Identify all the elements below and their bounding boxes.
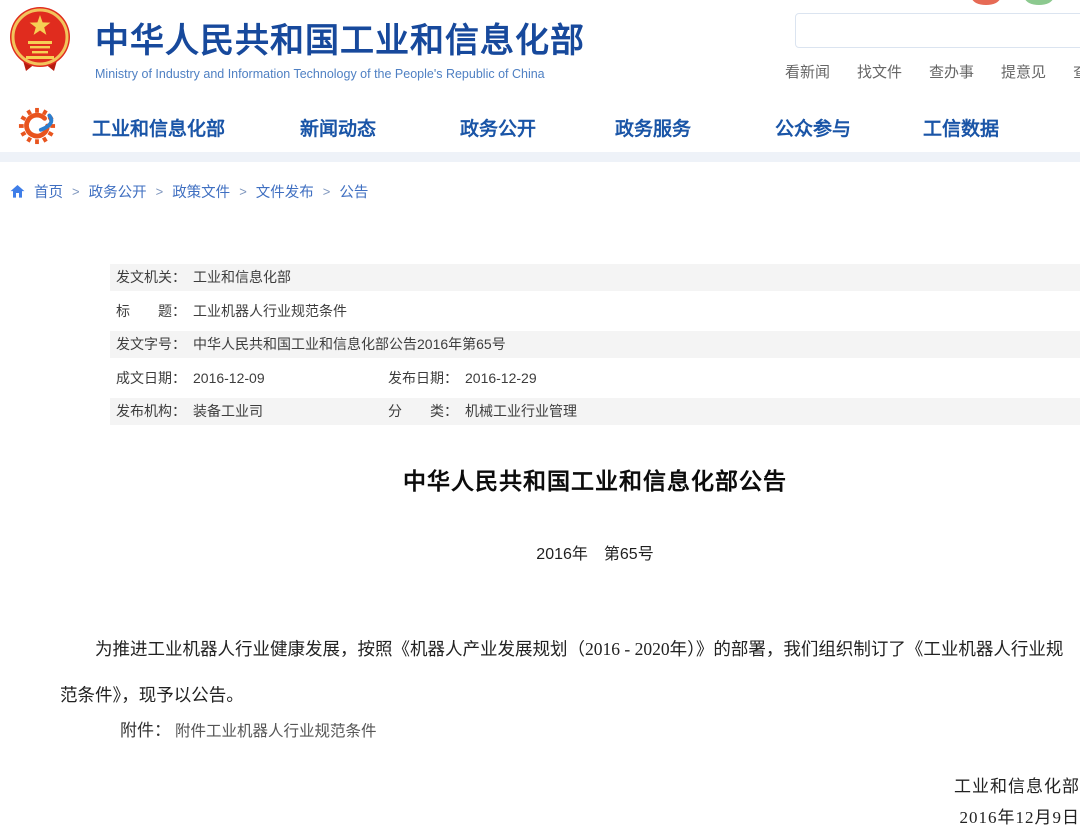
issue-number: 2016年 第65号 [60,540,1080,564]
nav-item-public-participation[interactable]: 公众参与 [775,114,851,141]
meta-row-issuing-agency: 发文机关： 工业和信息化部 [110,264,1080,291]
signature-block: 工业和信息化部 2016年12月9日 [60,771,1080,833]
home-icon [10,184,25,199]
meta-row-agency-category: 发布机构： 装备工业司 分 类： 机械工业行业管理 [110,398,1080,425]
main-nav: 工业和信息化部 新闻动态 政务公开 政务服务 公众参与 工信数据 [0,100,1080,152]
breadcrumb-document-release[interactable]: 文件发布 [256,181,314,202]
nav-item-news[interactable]: 新闻动态 [300,114,376,141]
quick-link-feedback[interactable]: 提意见 [1001,61,1046,82]
quick-link-services[interactable]: 查办事 [929,61,974,82]
meta-value: 2016-12-29 [465,370,537,386]
signer: 工业和信息化部 [60,771,1080,802]
breadcrumb-gov-disclosure[interactable]: 政务公开 [89,181,147,202]
meta-value: 2016-12-09 [193,370,265,386]
quick-links: 看新闻 找文件 查办事 提意见 查数据 [785,61,1080,82]
meta-value: 工业机器人行业规范条件 [193,303,347,319]
breadcrumb-policy-documents[interactable]: 政策文件 [172,181,230,202]
meta-label: 分 类： [388,403,458,419]
green-dot-icon [1025,0,1053,5]
meta-label: 标 题： [116,303,186,319]
breadcrumb-separator: > [323,184,331,199]
meta-value: 工业和信息化部 [193,269,291,285]
nav-item-gov-services[interactable]: 政务服务 [615,114,691,141]
meta-row-document-number: 发文字号： 中华人民共和国工业和信息化部公告2016年第65号 [110,331,1080,358]
quick-link-documents[interactable]: 找文件 [857,61,902,82]
nav-item-gov-disclosure[interactable]: 政务公开 [460,114,536,141]
attachment-link[interactable]: 附件工业机器人行业规范条件 [175,723,377,740]
meta-label: 发文机关： [116,269,186,285]
nav-item-miit-data[interactable]: 工信数据 [923,114,999,141]
site-subtitle-en: Ministry of Industry and Information Tec… [95,67,585,81]
meta-value: 机械工业行业管理 [465,403,577,419]
breadcrumb-announcement: 公告 [339,181,368,202]
nav-separator [0,152,1080,162]
meta-value: 装备工业司 [193,403,263,419]
announcement-title: 中华人民共和国工业和信息化部公告 [60,462,1080,496]
red-dot-icon [972,0,1000,5]
meta-row-title: 标 题： 工业机器人行业规范条件 [110,298,1080,325]
meta-row-dates: 成文日期： 2016-12-09 发布日期： 2016-12-29 [110,365,1080,392]
site-title: 中华人民共和国工业和信息化部 [95,13,585,62]
national-emblem-logo [8,3,72,75]
search-input[interactable] [795,13,1080,48]
meta-label: 发布日期： [388,370,458,386]
meta-label: 成文日期： [116,370,186,386]
quick-link-news[interactable]: 看新闻 [785,61,830,82]
breadcrumb-separator: > [72,184,80,199]
site-title-block: 中华人民共和国工业和信息化部 Ministry of Industry and … [95,13,585,81]
meta-value: 中华人民共和国工业和信息化部公告2016年第65号 [193,336,506,352]
breadcrumb: 首页 > 政务公开 > 政策文件 > 文件发布 > 公告 [10,181,368,202]
document-meta-table: 发文机关： 工业和信息化部 标 题： 工业机器人行业规范条件 发文字号： 中华人民共和… [110,264,1080,432]
breadcrumb-separator: > [239,184,247,199]
attachment-line: 附件：附件工业机器人行业规范条件 [60,716,377,741]
breadcrumb-home[interactable]: 首页 [34,181,63,202]
breadcrumb-separator: > [156,184,164,199]
sign-date: 2016年12月9日 [60,802,1080,833]
quick-link-data[interactable]: 查数据 [1073,61,1080,82]
announcement-body: 为推进工业机器人行业健康发展，按照《机器人产业发展规划（2016 - 2020年… [60,626,1080,718]
attachment-label: 附件： [120,721,171,740]
site-header: 中华人民共和国工业和信息化部 Ministry of Industry and … [0,0,1080,100]
nav-item-miit[interactable]: 工业和信息化部 [92,114,225,141]
miit-gear-logo-icon [18,107,56,145]
meta-label: 发布机构： [116,403,186,419]
page: 中华人民共和国工业和信息化部 Ministry of Industry and … [0,0,1080,835]
meta-label: 发文字号： [116,336,186,352]
